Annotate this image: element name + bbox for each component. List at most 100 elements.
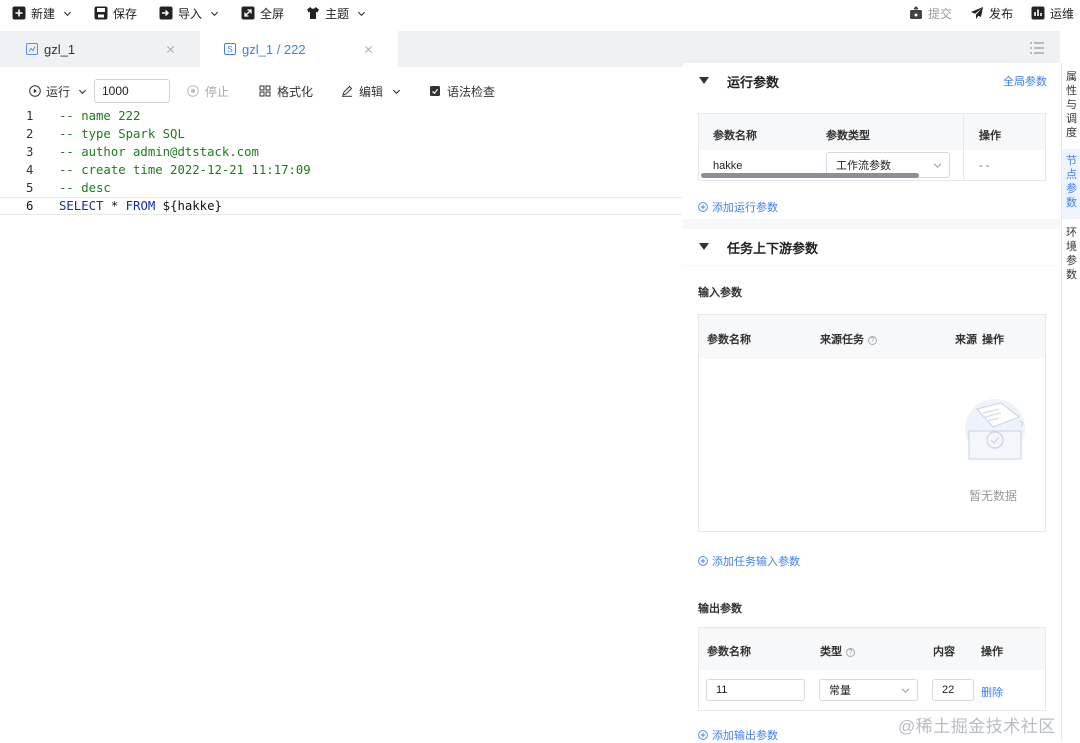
watermark: @稀土掘金技术社区 bbox=[898, 717, 1056, 736]
fullscreen-icon bbox=[241, 6, 255, 20]
sql-operator: * bbox=[103, 199, 126, 213]
run-params-header[interactable]: 运行参数 全局参数 bbox=[683, 63, 1060, 99]
input-params-table: 参数名称 来源任务? 来源 操作 暂无数据 bbox=[698, 314, 1046, 532]
format-label: 格式化 bbox=[277, 84, 314, 99]
edit-button[interactable]: 编辑 bbox=[341, 83, 401, 100]
side-tabs: 属性与调度 节点参数 环境参数 bbox=[1061, 63, 1080, 741]
submit-button[interactable]: 提交 bbox=[891, 0, 952, 26]
paper-plane-icon bbox=[970, 7, 983, 19]
run-label: 运行 bbox=[46, 84, 71, 99]
theme-label: 主题 bbox=[325, 6, 350, 21]
plus-square-icon bbox=[12, 6, 26, 20]
column-header: 来源任务? bbox=[820, 331, 877, 347]
side-tab-node-params[interactable]: 节点参数 bbox=[1062, 149, 1080, 219]
code-line: 4 -- create time 2022-12-21 11:17:09 bbox=[0, 161, 682, 179]
tab-sql-task[interactable]: S gzl_1 / 222 bbox=[200, 31, 398, 67]
fullscreen-button[interactable]: 全屏 bbox=[229, 0, 284, 26]
list-menu-icon[interactable] bbox=[1029, 41, 1045, 55]
add-input-param-button[interactable]: 添加任务输入参数 bbox=[698, 553, 800, 569]
stop-label: 停止 bbox=[205, 84, 230, 99]
chevron-down-icon bbox=[392, 89, 401, 94]
add-run-param-button[interactable]: 添加运行参数 bbox=[698, 199, 778, 215]
plus-circle-icon bbox=[698, 202, 708, 212]
import-button[interactable]: 导入 bbox=[147, 0, 219, 26]
save-button[interactable]: 保存 bbox=[82, 0, 137, 26]
help-icon[interactable]: ? bbox=[868, 335, 877, 345]
code-text: -- name 222 bbox=[59, 109, 141, 123]
column-header: 类型? bbox=[820, 643, 855, 659]
stop-button[interactable]: 停止 bbox=[187, 83, 229, 100]
code-text: -- desc bbox=[59, 181, 111, 195]
empty-box-icon bbox=[965, 399, 1025, 460]
delete-link[interactable]: 删除 bbox=[981, 684, 1003, 700]
run-button[interactable]: 运行 bbox=[29, 83, 87, 100]
close-icon[interactable] bbox=[364, 45, 373, 54]
column-header: 参数名称 bbox=[707, 334, 751, 346]
tab-bar: gzl_1 S gzl_1 / 222 bbox=[0, 31, 1060, 67]
output-params-table: 参数名称 类型? 内容 操作 11 常量 22 删除 bbox=[698, 627, 1046, 711]
code-text: -- type Spark SQL bbox=[59, 127, 185, 141]
sql-variable: ${hakke} bbox=[155, 199, 222, 213]
select-value: 常量 bbox=[829, 685, 851, 697]
publish-button[interactable]: 发布 bbox=[952, 0, 1013, 26]
output-param-name-input[interactable]: 11 bbox=[706, 679, 805, 701]
line-number: 1 bbox=[26, 109, 34, 123]
side-tab-env-params[interactable]: 环境参数 bbox=[1062, 225, 1080, 283]
line-number: 3 bbox=[26, 145, 34, 159]
column-header: 参数名称 bbox=[713, 130, 757, 142]
tab-label: gzl_1 / 222 bbox=[242, 41, 306, 57]
top-toolbar: 新建 保存 导入 全屏 主题 提交 发布 运维 bbox=[0, 0, 1080, 26]
save-label: 保存 bbox=[113, 6, 138, 21]
editor-toolbar: 运行 停止 格式化 编辑 语法检查 bbox=[0, 78, 680, 104]
import-icon bbox=[159, 6, 173, 20]
theme-button[interactable]: 主题 bbox=[294, 0, 366, 26]
chevron-down-icon bbox=[63, 11, 72, 16]
side-tab-properties[interactable]: 属性与调度 bbox=[1062, 69, 1080, 141]
syntax-check-button[interactable]: 语法检查 bbox=[429, 83, 495, 100]
add-run-param-label: 添加运行参数 bbox=[712, 202, 778, 214]
table-header: 参数名称 来源任务? 来源 操作 bbox=[699, 315, 1045, 359]
grid-icon bbox=[259, 85, 271, 97]
output-params-title: 输出参数 bbox=[698, 603, 742, 615]
line-number: 6 bbox=[26, 199, 34, 213]
svg-text:S: S bbox=[227, 45, 232, 54]
new-button[interactable]: 新建 bbox=[0, 0, 72, 26]
code-line: 5 -- desc bbox=[0, 179, 682, 197]
code-text: -- author admin@dtstack.com bbox=[59, 145, 259, 159]
caret-down-icon bbox=[699, 77, 709, 84]
node-params-panel: 运行参数 全局参数 参数名称 参数类型 操作 hakke 工作流参数 - - 添… bbox=[683, 63, 1060, 742]
input-params-title: 输入参数 bbox=[698, 287, 742, 299]
tab-workflow[interactable]: gzl_1 bbox=[26, 31, 196, 67]
column-header: 操作 bbox=[981, 646, 1003, 658]
column-header: 参数名称 bbox=[707, 646, 751, 658]
global-params-link[interactable]: 全局参数 bbox=[1003, 73, 1047, 89]
tab-label: gzl_1 bbox=[44, 41, 76, 57]
code-editor[interactable]: 1 -- name 222 2 -- type Spark SQL 3 -- a… bbox=[0, 107, 682, 741]
upstream-params-title: 任务上下游参数 bbox=[727, 240, 819, 256]
line-number: 2 bbox=[26, 127, 34, 141]
publish-label: 发布 bbox=[988, 6, 1013, 21]
save-icon bbox=[94, 6, 108, 20]
close-icon[interactable] bbox=[166, 45, 175, 54]
output-param-content-input[interactable]: 22 bbox=[932, 679, 974, 701]
sql-keyword: SELECT bbox=[59, 199, 104, 213]
upstream-params-body: 输入参数 参数名称 来源任务? 来源 操作 暂无数据 添加任务输入参数 输出参数… bbox=[683, 266, 1060, 742]
help-icon[interactable]: ? bbox=[846, 647, 855, 657]
add-input-param-label: 添加任务输入参数 bbox=[712, 556, 800, 568]
submit-label: 提交 bbox=[927, 6, 952, 21]
column-header: 内容 bbox=[933, 646, 955, 658]
format-button[interactable]: 格式化 bbox=[259, 83, 313, 100]
code-text: -- create time 2022-12-21 11:17:09 bbox=[59, 163, 311, 177]
row-limit-input[interactable] bbox=[94, 79, 170, 103]
output-param-type-select[interactable]: 常量 bbox=[819, 679, 918, 701]
play-circle-icon bbox=[29, 85, 41, 97]
sql-file-icon: S bbox=[224, 43, 236, 55]
chevron-down-icon bbox=[78, 89, 87, 94]
horizontal-scrollbar[interactable] bbox=[701, 173, 919, 178]
ops-button[interactable]: 运维 bbox=[1013, 0, 1074, 26]
new-label: 新建 bbox=[31, 6, 56, 21]
workflow-icon bbox=[26, 43, 38, 55]
upstream-params-header[interactable]: 任务上下游参数 bbox=[683, 229, 1060, 265]
ops-label: 运维 bbox=[1049, 6, 1074, 21]
table-header: 参数名称 参数类型 操作 bbox=[699, 114, 1045, 150]
